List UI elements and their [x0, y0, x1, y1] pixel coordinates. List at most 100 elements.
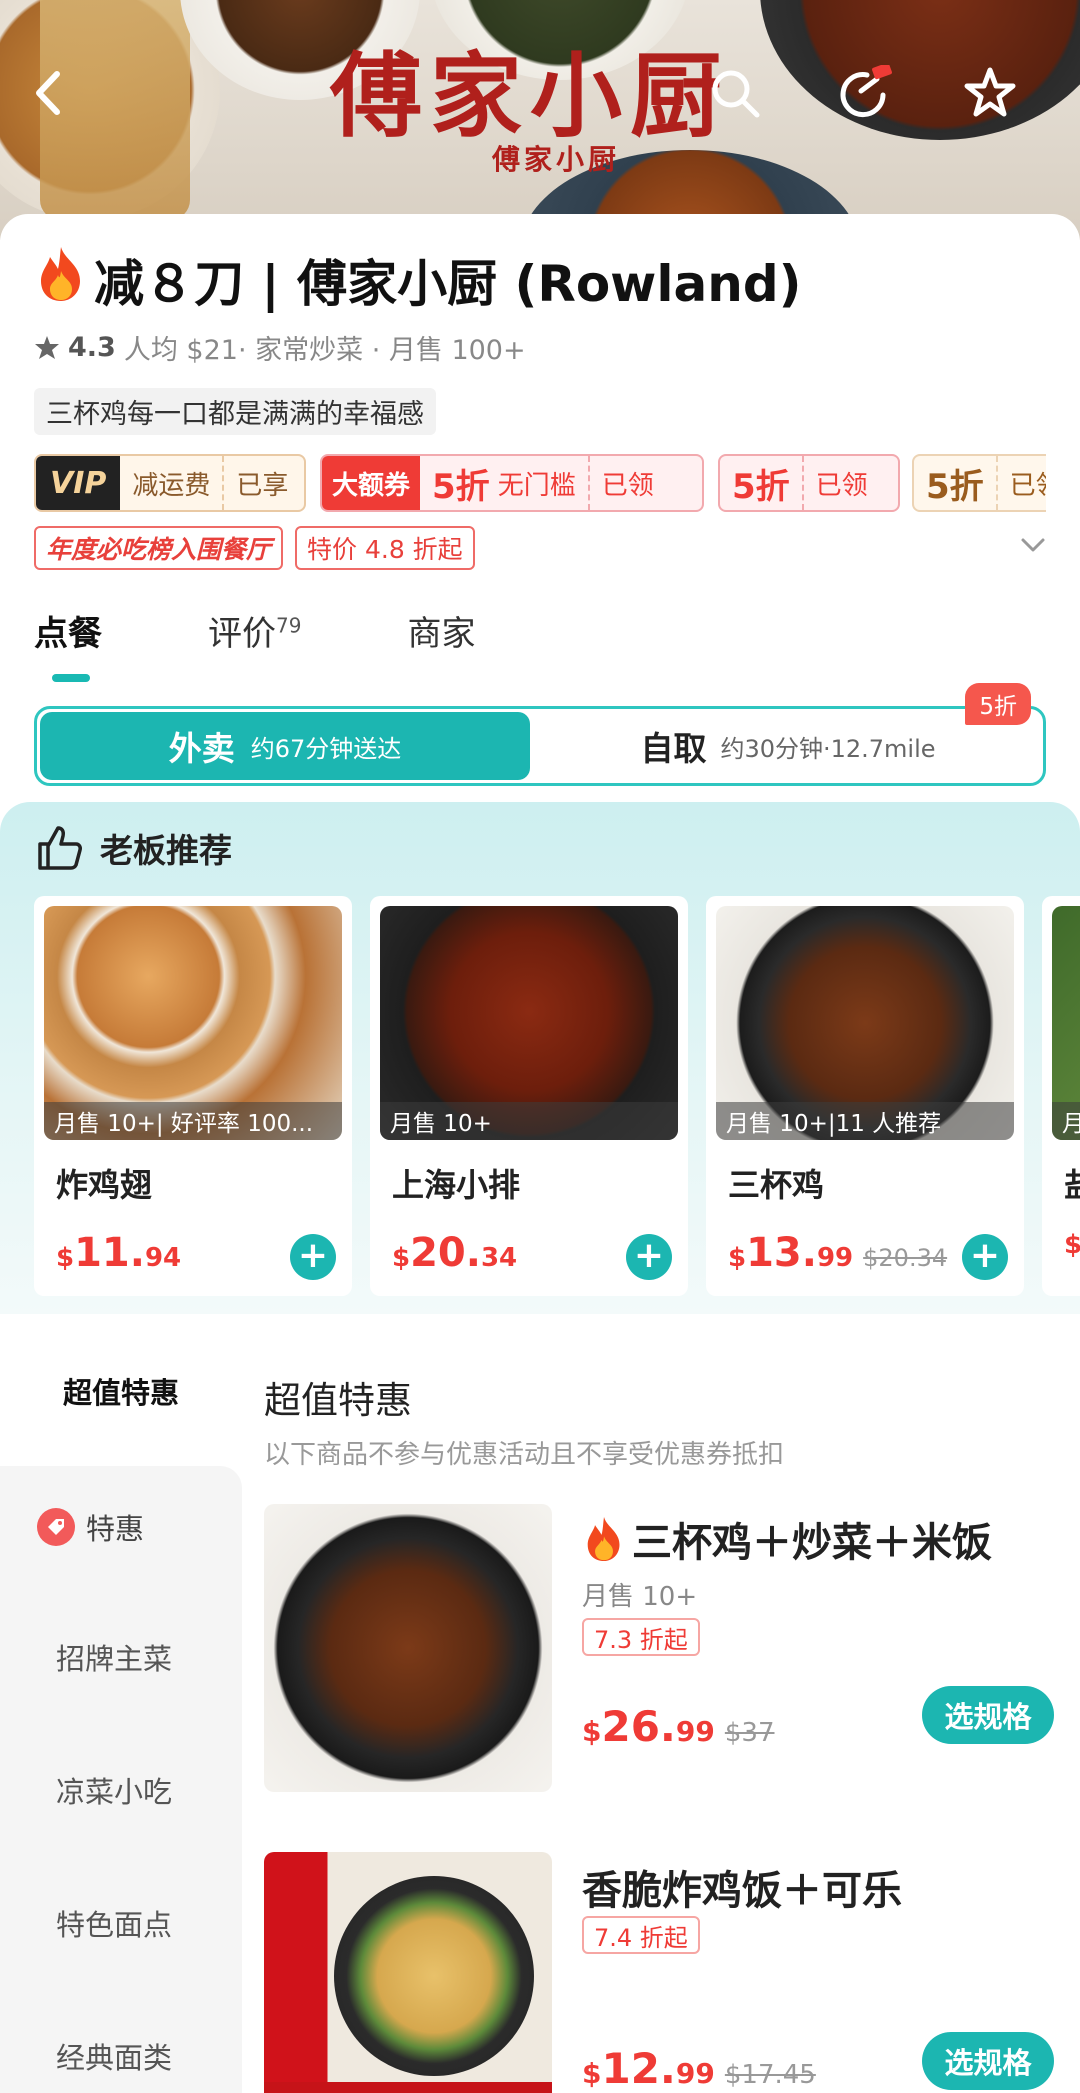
- price-currency: $: [582, 1715, 602, 1748]
- big-coupon-badge: 大额券: [322, 456, 421, 510]
- recommend-card[interactable]: 月售 10+|11 人推荐 三杯鸡 $13. 99 $20.34 +: [706, 896, 1024, 1296]
- big-coupon-condition: 无门槛: [497, 470, 576, 501]
- delivery-label: 外卖: [168, 729, 235, 768]
- sidebar-item-pastries[interactable]: 特色面点: [56, 1902, 172, 1944]
- dish-sales: 月售 10+: [380, 1102, 678, 1140]
- dish-bowl-decor: [334, 1876, 534, 2076]
- coupon-row[interactable]: VIP 减运费 已享 大额券 5折无门槛 已领 5折 已领 5折 已领: [34, 454, 1046, 512]
- dish-title-text: 香脆炸鸡饭＋可乐: [582, 1868, 902, 1914]
- discount-coupon-value: 5折: [926, 466, 984, 507]
- fire-icon: [587, 1517, 620, 1561]
- dish-image: 月售 10+|11 人推荐: [716, 906, 1014, 1140]
- store-hero-banner: 傅家小厨 傅家小厨: [0, 0, 1080, 240]
- store-logo-subtext: 傅家小厨: [492, 143, 621, 176]
- sidebar-item-special[interactable]: 特惠: [36, 1506, 144, 1548]
- select-options-button[interactable]: 选规格: [922, 1686, 1054, 1744]
- dish-price: $13. 99 $20.34: [728, 1230, 947, 1276]
- sidebar-item-deals-active[interactable]: 超值特惠: [0, 1316, 242, 1466]
- original-price: $17.45: [724, 2060, 816, 2090]
- tab-reviews[interactable]: 评价79: [208, 606, 301, 655]
- recommend-card[interactable]: 月售 10+| 好评率 100... 炸鸡翅 $11. 94 +: [34, 896, 352, 1296]
- search-button[interactable]: [700, 58, 770, 128]
- dish-image: 月售 10+: [380, 906, 678, 1140]
- dish-name: 炸鸡翅: [56, 1166, 153, 1204]
- price-decimal: 99: [675, 1715, 715, 1748]
- price-integer: 12.: [601, 2044, 676, 2093]
- dish-sales: 月售 10+| 好评率 100...: [44, 1102, 342, 1140]
- dish-price: $26. 99 $37: [582, 1702, 775, 1751]
- big-coupon-discount: 5折: [432, 466, 490, 507]
- add-to-cart-button[interactable]: +: [290, 1234, 336, 1280]
- dish-title: 三杯鸡＋炒菜＋米饭: [582, 1510, 992, 1568]
- share-icon: [840, 65, 892, 118]
- dish-price: $20. 34: [392, 1230, 517, 1276]
- store-tabs: 点餐 评价79 商家: [34, 606, 581, 655]
- price-integer: 26.: [601, 1702, 676, 1751]
- vip-coupon[interactable]: VIP 减运费 已享: [34, 454, 306, 512]
- pickup-info: 约30分钟·12.7mile: [720, 734, 936, 763]
- big-coupon-text: 5折 无门槛: [420, 456, 588, 510]
- recommend-carousel[interactable]: 月售 10+| 好评率 100... 炸鸡翅 $11. 94 + 月售 10+ 上…: [34, 896, 1080, 1296]
- dish-name: 上海小排: [392, 1166, 521, 1204]
- sidebar-item-cold-dishes[interactable]: 凉菜小吃: [56, 1769, 172, 1811]
- tab-order[interactable]: 点餐: [34, 606, 102, 655]
- tab-merchant[interactable]: 商家: [407, 606, 475, 655]
- discount-coupon-status: 已领: [801, 456, 880, 510]
- store-logo-text: 傅家小厨: [330, 42, 731, 150]
- tab-reviews-count: 79: [276, 613, 302, 638]
- store-name: 减８刀 | 傅家小厨 (Rowland): [34, 244, 802, 316]
- store-info-card: 减８刀 | 傅家小厨 (Rowland) 4.3 人均 $21· 家常炒菜 · …: [0, 214, 1080, 804]
- delivery-option[interactable]: 外卖 约67分钟送达: [40, 712, 530, 780]
- recommend-card[interactable]: 月售 10+ 上海小排 $20. 34 +: [370, 896, 688, 1296]
- ranking-tag: 年度必吃榜入围餐厅: [34, 526, 284, 570]
- chevron-left-icon: [36, 71, 60, 115]
- dish-price: $12. 99 $17.45: [582, 2044, 816, 2093]
- price-currency: $: [392, 1243, 411, 1273]
- vip-coupon-text: 减运费: [132, 470, 211, 501]
- search-icon: [712, 70, 760, 118]
- price-decimal: 94: [144, 1243, 182, 1273]
- price-decimal: 99: [675, 2057, 715, 2090]
- favorite-button[interactable]: [955, 58, 1025, 128]
- add-to-cart-button[interactable]: +: [626, 1234, 672, 1280]
- dish-name: 盐: [1064, 1160, 1080, 1206]
- dish-image: [264, 1504, 552, 1792]
- thumbs-up-icon: [38, 826, 82, 870]
- price-currency: $: [728, 1243, 747, 1273]
- add-to-cart-button[interactable]: +: [962, 1234, 1008, 1280]
- boss-recommend-title: 老板推荐: [36, 824, 232, 872]
- special-price-tag: 特价 4.8 折起: [295, 526, 475, 570]
- big-coupon[interactable]: 大额券 5折 无门槛 已领: [320, 454, 704, 512]
- sidebar-item-signature[interactable]: 招牌主菜: [56, 1636, 172, 1678]
- sidebar-item-noodles[interactable]: 经典面类: [56, 2035, 172, 2077]
- dish-image: 月售 10+| 好评率 100...: [44, 906, 342, 1140]
- select-options-button[interactable]: 选规格: [922, 2032, 1054, 2090]
- recommend-card[interactable]: 月 盐 $: [1042, 896, 1080, 1296]
- dish-price: $11. 94: [56, 1230, 181, 1276]
- discount-coupon-status: 已领: [995, 456, 1046, 510]
- active-tab-indicator: [52, 674, 90, 682]
- store-name-text: 减８刀 | 傅家小厨 (Rowland): [94, 255, 802, 313]
- category-sidebar: 超值特惠 特惠 招牌主菜 凉菜小吃 特色面点 经典面类: [0, 1316, 242, 2093]
- discount-tag: 7.3 折起: [582, 1618, 700, 1656]
- boss-recommend-label: 老板推荐: [100, 831, 232, 870]
- big-coupon-status: 已领: [587, 456, 666, 510]
- price-integer: 13.: [746, 1230, 817, 1276]
- expand-button[interactable]: [1020, 536, 1046, 558]
- store-rating: 4.3: [68, 332, 116, 363]
- back-button[interactable]: [14, 58, 84, 128]
- pickup-label: 自取: [640, 729, 707, 768]
- discount-coupon[interactable]: 5折 已领: [718, 454, 900, 512]
- star-outline-icon: [964, 67, 1016, 117]
- menu-section: 超值特惠 特惠 招牌主菜 凉菜小吃 特色面点 经典面类 超值特惠 以下商品不参与…: [0, 1316, 1080, 2093]
- discount-coupon[interactable]: 5折 已领: [912, 454, 1046, 512]
- store-meta: 4.3 人均 $21· 家常炒菜 · 月售 100+: [34, 328, 526, 367]
- menu-item[interactable]: 三杯鸡＋炒菜＋米饭 月售 10+ 7.3 折起 $26. 99 $37 选规格: [264, 1504, 1054, 1794]
- dish-image: 月: [1052, 906, 1080, 1140]
- share-button[interactable]: [830, 58, 900, 128]
- menu-item[interactable]: 香脆炸鸡饭＋可乐 7.4 折起 $12. 99 $17.45 选规格: [264, 1852, 1054, 2093]
- delivery-time: 约67分钟送达: [250, 734, 402, 763]
- price-currency: $: [56, 1243, 75, 1273]
- price-integer: 11.: [74, 1230, 145, 1276]
- store-tags: 年度必吃榜入围餐厅 特价 4.8 折起: [34, 526, 475, 570]
